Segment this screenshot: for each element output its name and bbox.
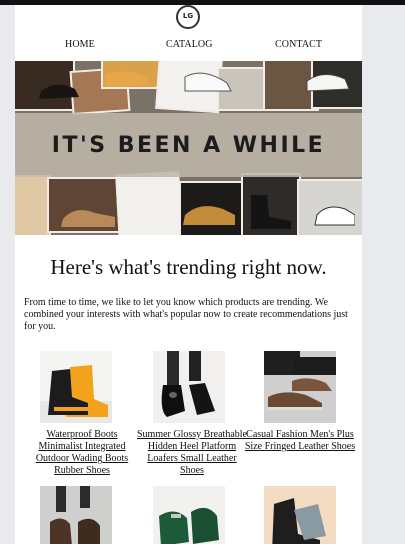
banner-text-band: IT'S BEEN A WHILE [15, 113, 362, 177]
green-loafer-image [159, 507, 219, 544]
email-nav: HOME CATALOG CONTACT [15, 39, 362, 53]
nav-contact-link[interactable]: CONTACT [275, 39, 322, 50]
product-image[interactable] [40, 486, 112, 544]
shoe-collage-tile [15, 175, 51, 235]
product-image[interactable] [153, 351, 225, 423]
product-image[interactable] [153, 486, 225, 544]
nav-catalog-link[interactable]: CATALOG [166, 39, 213, 50]
black-loafer-image [161, 351, 215, 417]
hero-banner[interactable]: IT'S BEEN A WHILE [15, 61, 362, 235]
product-image[interactable] [40, 351, 112, 423]
brown-loafer-image [264, 351, 336, 410]
trending-headline: Here's what's trending right now. [50, 255, 327, 279]
product-name-link[interactable]: Waterproof Boots Minimalist Integrated O… [26, 429, 138, 477]
rubber-boot-image [40, 365, 112, 423]
brown-tassel-shoe-image [50, 486, 100, 544]
banner-shoe-illustration [39, 71, 350, 99]
banner-shoe-illustration [61, 195, 355, 229]
high-top-sneaker-image [272, 498, 326, 544]
brand-logo[interactable]: LG [176, 5, 200, 29]
product-name-link[interactable]: Casual Fashion Men's Plus Size Fringed L… [244, 429, 356, 453]
intro-paragraph: From time to time, we like to let you kn… [24, 297, 348, 332]
nav-home-link[interactable]: HOME [65, 39, 95, 50]
logo-text: LG [182, 12, 194, 20]
banner-title: IT'S BEEN A WHILE [51, 133, 326, 158]
product-name-link[interactable]: Summer Glossy Breathable Hidden Heel Pla… [136, 429, 248, 477]
email-body: LG HOME CATALOG CONTACT IT'S BEEN A WHIL… [15, 5, 362, 544]
product-image[interactable] [264, 486, 336, 544]
product-image[interactable] [264, 351, 336, 423]
